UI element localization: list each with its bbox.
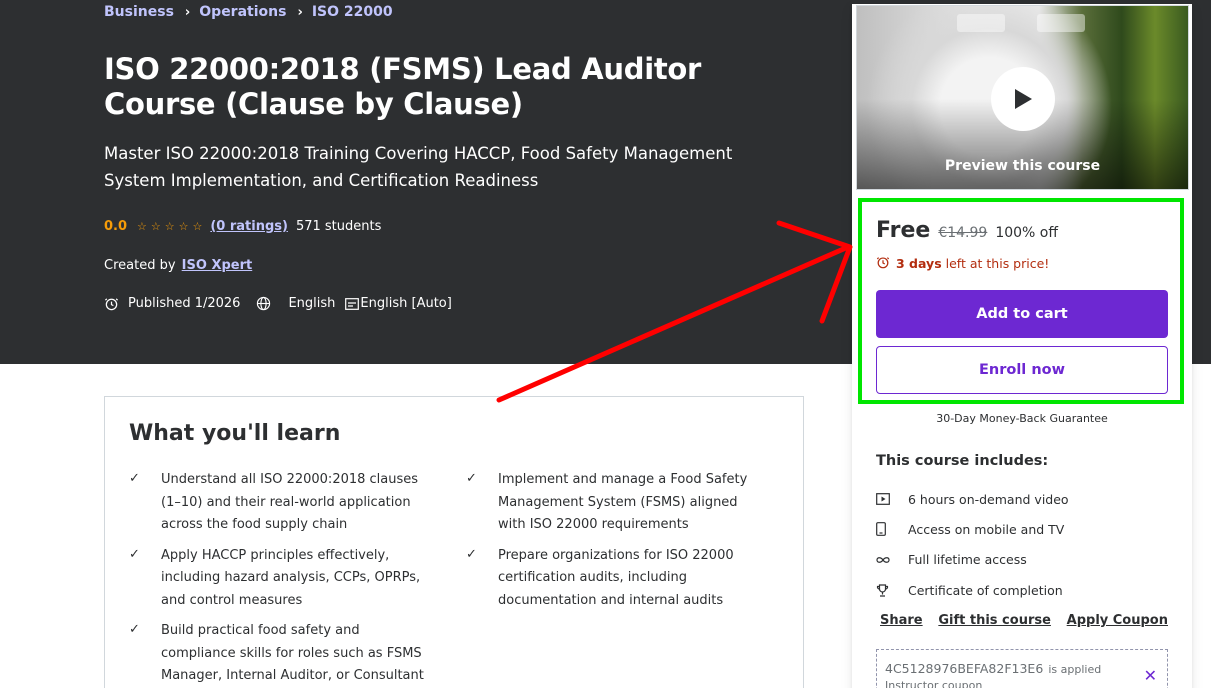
breadcrumb-operations[interactable]: Operations	[199, 4, 286, 20]
share-link[interactable]: Share	[880, 613, 923, 628]
list-item: 6 hours on-demand video	[876, 484, 1069, 514]
learn-column-left: ✓ Understand all ISO 22000:2018 clauses (…	[129, 469, 429, 688]
created-by: Created by ISO Xpert	[104, 258, 252, 273]
learn-item: ✓ Prepare organizations for ISO 22000 cer…	[466, 545, 766, 613]
captions-icon	[345, 297, 360, 310]
chevron-right-icon: ›	[184, 4, 191, 20]
preview-label: Preview this course	[944, 158, 1101, 174]
created-by-label: Created by	[104, 258, 176, 273]
trophy-icon	[876, 583, 908, 597]
breadcrumb: Business › Operations › ISO 22000	[104, 4, 393, 20]
chevron-right-icon: ›	[297, 4, 303, 20]
rating-value: 0.0	[104, 219, 128, 234]
alarm-icon	[104, 296, 119, 311]
infinity-icon	[876, 556, 908, 564]
list-item: Access on mobile and TV	[876, 514, 1069, 544]
video-icon	[876, 493, 908, 506]
published-date: Published 1/2026	[128, 296, 241, 311]
includes-title: This course includes:	[876, 453, 1049, 469]
check-icon: ✓	[466, 471, 477, 486]
check-icon: ✓	[466, 546, 477, 562]
learn-item: ✓ Implement and manage a Food Safety Mana…	[466, 469, 766, 537]
course-captions: English [Auto]	[360, 296, 452, 311]
includes-list: 6 hours on-demand video Access on mobile…	[876, 484, 1069, 605]
applied-coupon: 4C5128976BEFA82F13E6 is applied Instruct…	[876, 649, 1168, 688]
coupon-applied-text: is applied	[1048, 663, 1102, 676]
breadcrumb-business[interactable]: Business	[104, 4, 174, 20]
check-icon: ✓	[129, 471, 140, 486]
course-subtitle: Master ISO 22000:2018 Training Covering …	[104, 144, 733, 190]
check-icon: ✓	[129, 546, 140, 562]
list-item: Full lifetime access	[876, 545, 1069, 575]
learn-item: ✓ Understand all ISO 22000:2018 clauses (…	[129, 469, 429, 537]
what-you-learn-box: What you'll learn ✓ Understand all ISO 22…	[104, 396, 804, 688]
rating-row: 0.0 ☆☆☆☆☆ (0 ratings) 571 students	[104, 219, 381, 234]
learn-item: ✓ Apply HACCP principles effectively, inc…	[129, 545, 429, 613]
learn-column-right: ✓ Implement and manage a Food Safety Mana…	[466, 469, 766, 620]
preview-logo	[1037, 14, 1085, 32]
annotation-highlight-box	[858, 198, 1184, 404]
money-back-guarantee: 30-Day Money-Back Guarantee	[936, 412, 1108, 425]
coupon-type: Instructor coupon	[885, 679, 983, 688]
course-preview[interactable]: Preview this course	[856, 5, 1189, 190]
learn-item: ✓ Build practical food safety and complia…	[129, 620, 429, 688]
star-rating-icon: ☆☆☆☆☆	[137, 220, 207, 233]
student-count: 571 students	[295, 219, 382, 234]
course-title: ISO 22000:2018 (FSMS) Lead Auditor Cours…	[104, 52, 702, 121]
instructor-link[interactable]: ISO Xpert	[182, 258, 253, 273]
preview-logo	[957, 14, 1005, 32]
course-language: English	[288, 296, 336, 311]
gift-course-link[interactable]: Gift this course	[938, 613, 1051, 628]
play-icon[interactable]	[991, 67, 1055, 131]
check-icon: ✓	[129, 622, 140, 637]
coupon-code: 4C5128976BEFA82F13E6	[885, 661, 1044, 676]
course-meta: Published 1/2026 English English [Auto]	[104, 296, 452, 311]
mobile-icon	[876, 522, 908, 537]
list-item: Certificate of completion	[876, 575, 1069, 605]
breadcrumb-iso-22000[interactable]: ISO 22000	[312, 4, 393, 20]
ratings-link[interactable]: (0 ratings)	[210, 219, 288, 234]
globe-icon	[256, 296, 271, 311]
close-icon[interactable]: ✕	[1144, 666, 1157, 685]
what-you-learn-title: What you'll learn	[129, 421, 341, 446]
apply-coupon-link[interactable]: Apply Coupon	[1067, 613, 1168, 628]
sidebar-links: Share Gift this course Apply Coupon	[880, 613, 1168, 628]
